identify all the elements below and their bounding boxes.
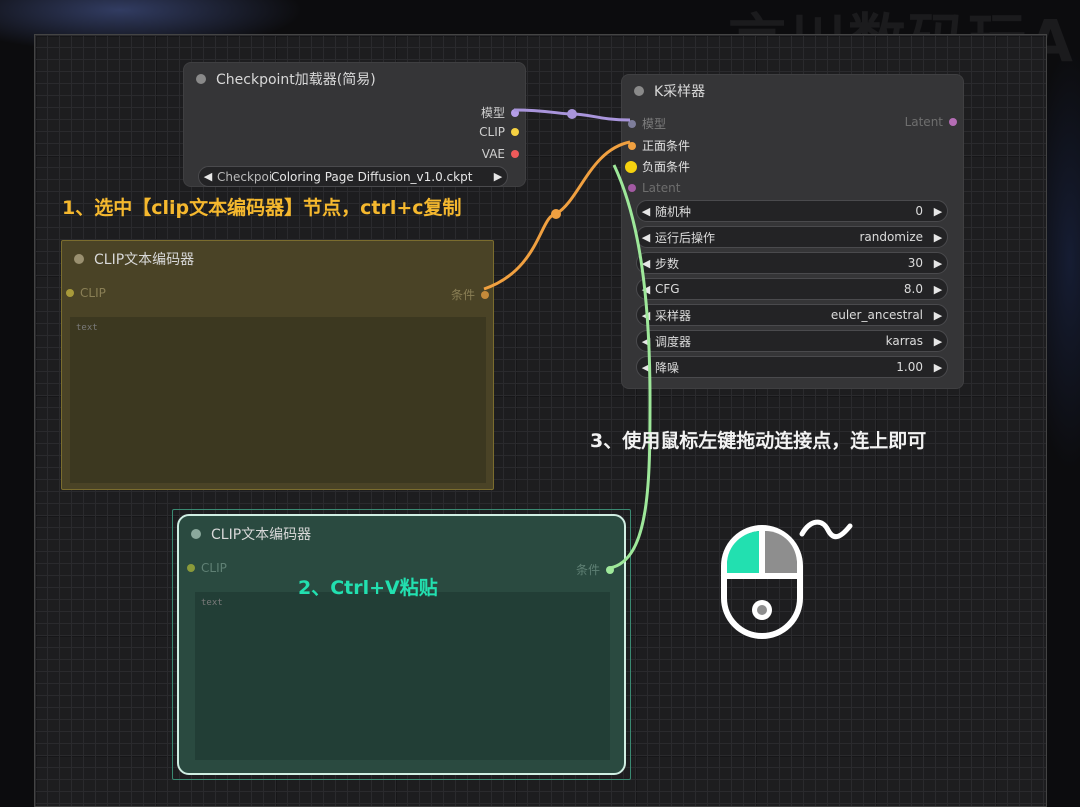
negative-condition-wire <box>609 164 652 570</box>
step1-annotation: 1、选中【clip文本编码器】节点，ctrl+c复制 <box>62 197 462 219</box>
mouse-left-click-icon <box>721 519 853 639</box>
step3-annotation: 3、使用鼠标左键拖动连接点，连上即可 <box>590 430 927 452</box>
model-wire-midpoint-icon[interactable] <box>567 109 577 119</box>
wires-layer <box>483 108 652 570</box>
positive-wire-midpoint-icon[interactable] <box>551 209 561 219</box>
step2-annotation: 2、Ctrl+V粘贴 <box>298 577 438 599</box>
